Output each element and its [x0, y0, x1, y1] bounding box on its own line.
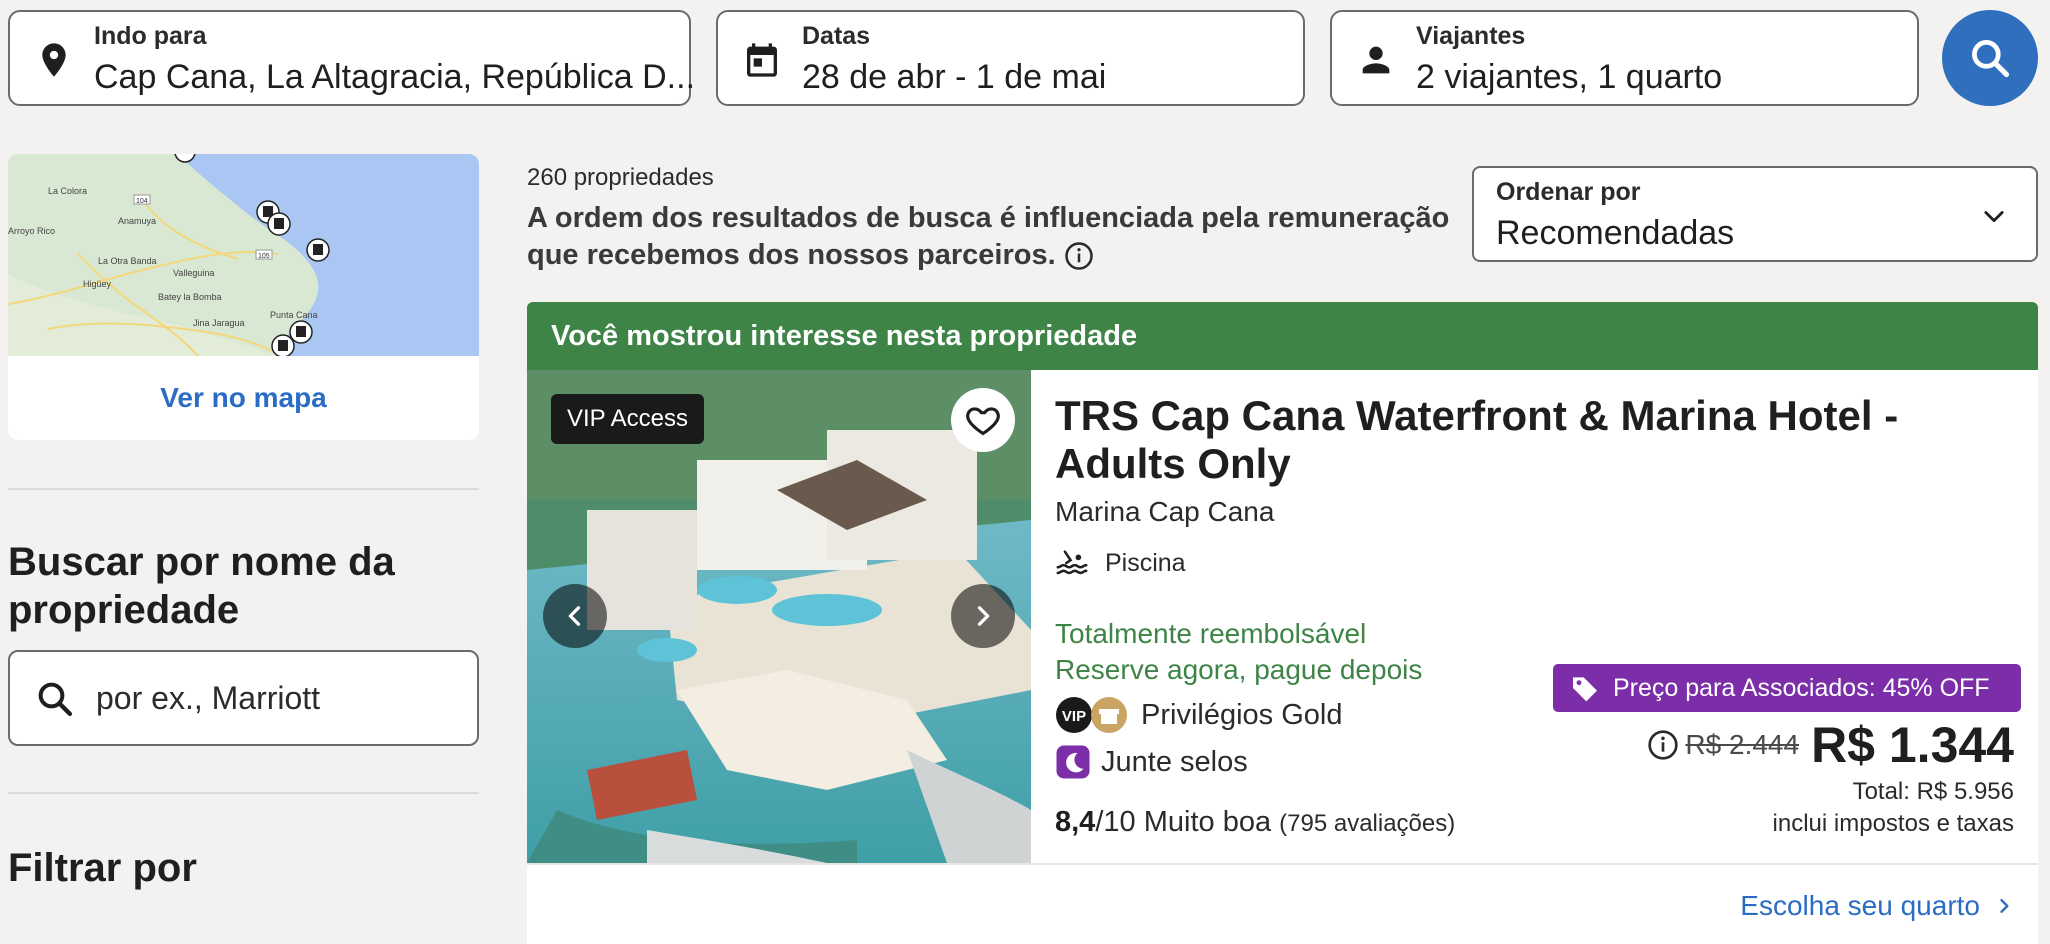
sidebar-divider	[8, 488, 479, 490]
person-icon	[1362, 46, 1390, 74]
road-shield: 105	[258, 253, 270, 260]
results-count: 260 propriedades	[527, 164, 714, 191]
sort-value: Recomendadas	[1496, 214, 1735, 252]
amenity-label: Piscina	[1105, 548, 1186, 577]
favorite-button[interactable]	[951, 388, 1015, 452]
property-card[interactable]: VIP Access TRS Cap Cana Waterfront & Mar…	[527, 370, 2038, 944]
property-name-search-input[interactable]: por ex., Marriott	[8, 650, 479, 746]
property-photo[interactable]: VIP Access	[527, 370, 1031, 863]
map-label: La Otra Banda	[98, 256, 157, 266]
property-name-placeholder: por ex., Marriott	[96, 680, 321, 716]
filter-heading: Filtrar por	[8, 846, 197, 890]
hotel-pin-icon	[267, 212, 291, 236]
stamps-label: Junte selos	[1101, 745, 1248, 778]
map-label: Higüey	[83, 279, 112, 289]
loyalty-row: VIP Privilégios Gold	[1055, 696, 1342, 734]
next-photo-button[interactable]	[951, 584, 1015, 648]
interest-banner: Você mostrou interesse nesta propriedade	[527, 302, 2038, 370]
map-label: Jina Jaragua	[193, 318, 245, 328]
calendar-icon	[747, 43, 777, 77]
chevron-left-icon	[568, 606, 581, 626]
search-button[interactable]	[1942, 10, 2038, 106]
dates-label: Datas	[802, 22, 871, 50]
current-price: R$ 1.344	[1811, 717, 2014, 773]
search-name-heading: Buscar por nome da propriedade	[8, 540, 395, 632]
pool-icon	[1056, 550, 1088, 575]
choose-room-label: Escolha seu quarto	[1740, 890, 1980, 921]
map-card[interactable]: La Colora Anamuya Arroyo Rico La Otra Ba…	[8, 154, 479, 440]
chevron-down-icon	[1984, 211, 2004, 223]
original-price: R$ 2.444	[1685, 729, 1800, 760]
dates-field[interactable]: Datas 28 de abr - 1 de mai	[716, 10, 1305, 106]
travelers-value: 2 viajantes, 1 quarto	[1416, 58, 1723, 96]
property-name[interactable]: TRS Cap Cana Waterfront & Marina Hotel -…	[1055, 392, 2015, 488]
map-label: Valleguina	[173, 268, 214, 278]
member-price-label: Preço para Associados: 45% OFF	[1613, 673, 1990, 702]
loyalty-label: Privilégios Gold	[1141, 698, 1343, 731]
vip-gold-icon: VIP	[1056, 697, 1127, 733]
amenity-pool: Piscina	[1055, 546, 1186, 580]
rating-reviews: (795 avaliações)	[1279, 810, 1456, 837]
chevron-right-icon	[2000, 899, 2009, 913]
stamps-row: Junte selos	[1055, 744, 1248, 780]
property-location: Marina Cap Cana	[1055, 496, 1275, 527]
refundable-text: Totalmente reembolsável	[1055, 618, 1367, 649]
pay-later-text: Reserve agora, pague depois	[1055, 654, 1423, 685]
map-label: Punta Cana	[270, 310, 318, 320]
sort-dropdown[interactable]: Ordenar por Recomendadas	[1472, 166, 2038, 262]
info-icon[interactable]	[1647, 729, 1679, 761]
rating-text: Muito boa	[1143, 806, 1272, 838]
search-icon	[38, 682, 73, 717]
sort-label: Ordenar por	[1496, 178, 1641, 206]
chevron-right-icon	[977, 606, 990, 626]
road-shield: 104	[136, 198, 148, 205]
search-icon	[1972, 40, 2010, 78]
hotel-pin-icon	[306, 238, 330, 262]
travelers-field[interactable]: Viajantes 2 viajantes, 1 quarto	[1330, 10, 1919, 106]
view-map-link[interactable]: Ver no mapa	[8, 356, 479, 440]
tag-icon	[1573, 677, 1597, 702]
sidebar-divider	[8, 792, 479, 794]
map-label: La Colora	[48, 186, 87, 196]
vip-mark: VIP	[1062, 708, 1086, 725]
map-thumbnail[interactable]: La Colora Anamuya Arroyo Rico La Otra Ba…	[8, 154, 479, 356]
price-row: R$ 2.444 R$ 1.344	[1647, 716, 2014, 774]
dates-value: 28 de abr - 1 de mai	[802, 58, 1107, 96]
rating-scale: /10	[1095, 806, 1136, 838]
map-label: Batey la Bomba	[158, 292, 222, 302]
location-pin-icon	[42, 43, 66, 77]
rating-score: 8,4	[1055, 806, 1096, 838]
hotel-pin-icon	[289, 320, 313, 344]
destination-value: Cap Cana, La Altagracia, República D...	[94, 58, 696, 96]
ranking-disclaimer: A ordem dos resultados de busca é influe…	[527, 200, 1467, 274]
travelers-label: Viajantes	[1416, 22, 1526, 50]
previous-photo-button[interactable]	[543, 584, 607, 648]
heart-icon	[966, 407, 1000, 436]
taxes-note: inclui impostos e taxas	[1772, 810, 2014, 837]
vip-access-badge: VIP Access	[551, 394, 704, 444]
map-label: Anamuya	[118, 216, 156, 226]
member-price-badge: Preço para Associados: 45% OFF	[1553, 664, 2021, 712]
rating: 8,4/10 Muito boa (795 avaliações)	[1055, 806, 1455, 839]
info-icon[interactable]	[1064, 241, 1094, 271]
choose-room-link[interactable]: Escolha seu quarto	[1740, 890, 2014, 922]
destination-label: Indo para	[94, 22, 207, 50]
destination-field[interactable]: Indo para Cap Cana, La Altagracia, Repúb…	[8, 10, 695, 106]
ranking-disclaimer-text: A ordem dos resultados de busca é influe…	[527, 202, 1450, 271]
card-divider	[527, 863, 2038, 865]
moon-stamp-icon	[1056, 745, 1090, 779]
total-price: Total: R$ 5.956	[1852, 778, 2014, 805]
map-label: Arroyo Rico	[8, 226, 55, 236]
hotel-pin-icon	[271, 334, 295, 356]
